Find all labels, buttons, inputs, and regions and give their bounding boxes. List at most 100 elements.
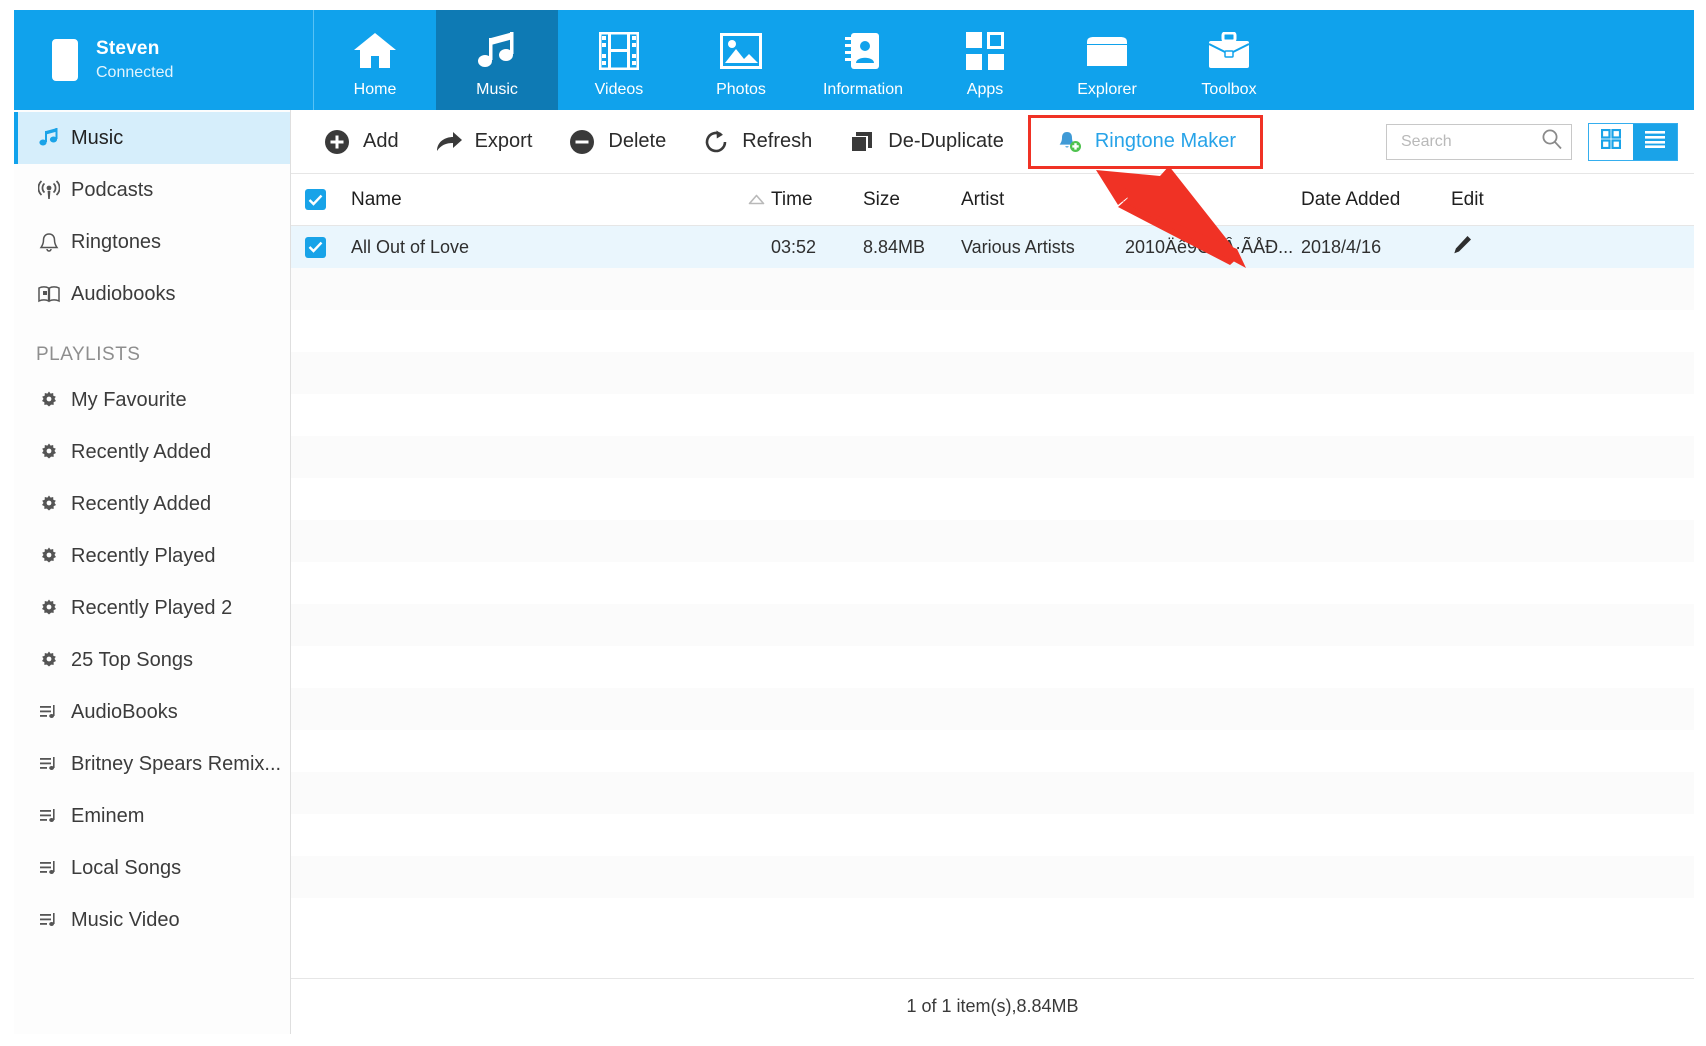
sidebar-item-music[interactable]: Music — [14, 112, 290, 164]
table-row-empty — [291, 730, 1694, 772]
search-input[interactable] — [1401, 133, 1541, 151]
grid-view-icon — [1601, 129, 1621, 154]
export-button[interactable]: Export — [417, 118, 551, 166]
status-bar: 1 of 1 item(s),8.84MB — [291, 978, 1694, 1034]
sidebar-playlist-audiobooks[interactable]: AudioBooks — [14, 686, 290, 738]
sidebar-item-ringtones[interactable]: Ringtones — [14, 216, 290, 268]
ringtone-maker-button[interactable]: Ringtone Maker — [1037, 118, 1254, 166]
playlist-icon — [36, 699, 62, 725]
table-rows: All Out of Love 03:52 8.84MB Various Art… — [291, 226, 1694, 978]
delete-button[interactable]: Delete — [550, 118, 684, 166]
action-toolbar: Add Export — [291, 110, 1694, 174]
ringtone-maker-highlight: Ringtone Maker — [1028, 115, 1263, 169]
gear-icon — [36, 543, 62, 569]
sidebar-playlist-eminem[interactable]: Eminem — [14, 790, 290, 842]
folder-icon — [1085, 28, 1129, 74]
table-row-empty — [291, 562, 1694, 604]
table-row-empty — [291, 352, 1694, 394]
grid-view-button[interactable] — [1589, 124, 1633, 160]
sidebar-item-label: My Favourite — [71, 389, 187, 412]
phone-icon — [52, 39, 78, 81]
nav-label: Photos — [716, 81, 766, 99]
sidebar-playlist-britney-spears-remix[interactable]: Britney Spears Remix... — [14, 738, 290, 790]
sidebar-item-audiobooks[interactable]: Audiobooks — [14, 268, 290, 320]
nav-item-apps[interactable]: Apps — [924, 10, 1046, 110]
nav-item-toolbox[interactable]: Toolbox — [1168, 10, 1290, 110]
sidebar-playlist-recently-added-2[interactable]: Recently Added — [14, 478, 290, 530]
minus-circle-icon — [568, 128, 596, 156]
main-body: Music Podcasts — [0, 110, 1706, 1046]
ringtone-maker-label: Ringtone Maker — [1095, 130, 1236, 153]
list-view-button[interactable] — [1633, 124, 1677, 160]
sidebar-item-label: Local Songs — [71, 857, 181, 880]
column-header-name[interactable]: Name — [351, 189, 687, 211]
sidebar-playlist-recently-played[interactable]: Recently Played — [14, 530, 290, 582]
table-row-empty — [291, 520, 1694, 562]
search-box[interactable] — [1386, 124, 1572, 160]
column-header-time[interactable]: Time — [771, 189, 863, 211]
cell-edit[interactable] — [1451, 234, 1531, 261]
sidebar-playlist-recently-played-2[interactable]: Recently Played 2 — [14, 582, 290, 634]
copies-icon — [848, 128, 876, 156]
sidebar-item-label: Recently Added — [71, 493, 211, 516]
device-connection-status: Connected — [96, 64, 173, 82]
column-header-album[interactable]: Album — [1125, 189, 1301, 211]
nav-item-photos[interactable]: Photos — [680, 10, 802, 110]
table-row-empty — [291, 856, 1694, 898]
list-view-icon — [1644, 130, 1666, 153]
cell-name: All Out of Love — [351, 237, 687, 258]
status-text: 1 of 1 item(s),8.84MB — [906, 996, 1078, 1017]
grid-squares-icon — [966, 28, 1004, 74]
column-header-edit: Edit — [1451, 189, 1531, 211]
sidebar-playlist-my-favourite[interactable]: My Favourite — [14, 374, 290, 426]
nav-item-home[interactable]: Home — [314, 10, 436, 110]
nav-label: Apps — [967, 81, 1003, 99]
share-arrow-icon — [435, 128, 463, 156]
de-duplicate-label: De-Duplicate — [888, 130, 1004, 153]
select-all-checkbox[interactable] — [305, 189, 326, 210]
add-label: Add — [363, 130, 399, 153]
device-name: Steven — [96, 38, 173, 60]
gear-icon — [36, 647, 62, 673]
nav-label: Videos — [595, 81, 644, 99]
music-manager-window: Steven Connected Home — [0, 0, 1706, 1046]
gear-icon — [36, 595, 62, 621]
table-row[interactable]: All Out of Love 03:52 8.84MB Various Art… — [291, 226, 1694, 268]
playlist-icon — [36, 803, 62, 829]
table-row-empty — [291, 394, 1694, 436]
sidebar-section-playlists: PLAYLISTS — [14, 320, 290, 374]
column-header-date-added[interactable]: Date Added — [1301, 189, 1451, 211]
table-row-empty — [291, 772, 1694, 814]
nav-item-information[interactable]: Information — [802, 10, 924, 110]
sort-indicator[interactable] — [687, 194, 771, 205]
sidebar-playlist-music-video[interactable]: Music Video — [14, 894, 290, 946]
de-duplicate-button[interactable]: De-Duplicate — [830, 118, 1022, 166]
nav-item-explorer[interactable]: Explorer — [1046, 10, 1168, 110]
sidebar-playlist-25-top-songs[interactable]: 25 Top Songs — [14, 634, 290, 686]
film-strip-icon — [599, 28, 639, 74]
column-header-size[interactable]: Size — [863, 189, 961, 211]
gear-icon — [36, 439, 62, 465]
refresh-button[interactable]: Refresh — [684, 118, 830, 166]
column-header-artist[interactable]: Artist — [961, 189, 1125, 211]
table-row-empty — [291, 310, 1694, 352]
row-checkbox[interactable] — [305, 237, 326, 258]
sidebar-item-label: Recently Played 2 — [71, 597, 232, 620]
add-button[interactable]: Add — [305, 118, 417, 166]
pencil-icon[interactable] — [1451, 240, 1473, 260]
playlist-icon — [36, 907, 62, 933]
sidebar-playlist-recently-added-1[interactable]: Recently Added — [14, 426, 290, 478]
sidebar-playlist-local-songs[interactable]: Local Songs — [14, 842, 290, 894]
nav-item-videos[interactable]: Videos — [558, 10, 680, 110]
sidebar-item-label: Audiobooks — [71, 283, 176, 306]
search-icon[interactable] — [1541, 128, 1563, 155]
nav-item-music[interactable]: Music — [436, 10, 558, 110]
plus-circle-icon — [323, 128, 351, 156]
cell-size: 8.84MB — [863, 237, 961, 258]
sidebar-item-podcasts[interactable]: Podcasts — [14, 164, 290, 216]
table-row-empty — [291, 604, 1694, 646]
briefcase-icon — [1207, 28, 1251, 74]
view-toggle — [1588, 123, 1678, 161]
playlist-icon — [36, 855, 62, 881]
device-info-panel[interactable]: Steven Connected — [14, 10, 314, 110]
